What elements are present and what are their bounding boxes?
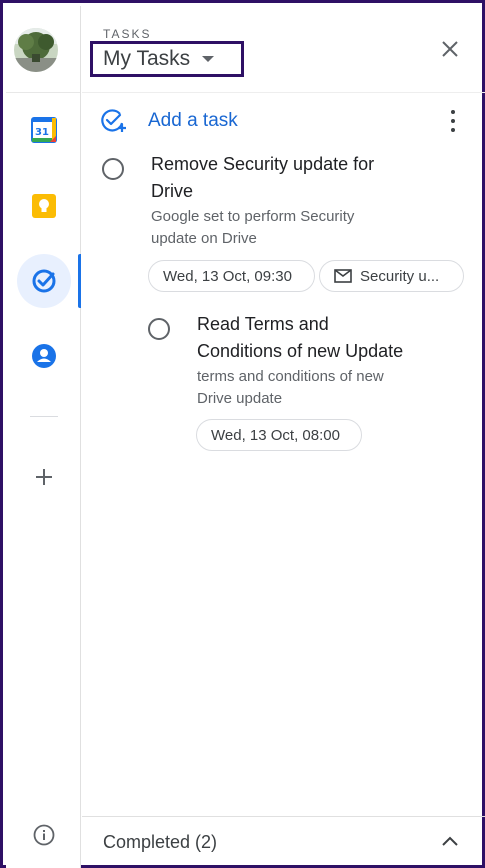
completed-section-toggle[interactable]: Completed (2) [82,817,485,868]
more-options-button[interactable] [449,110,457,132]
subtask-due-date-chip[interactable]: Wed, 13 Oct, 08:00 [196,419,362,451]
add-task-label: Add a task [148,110,238,131]
subtask-notes-line2: Drive update [197,390,283,407]
caret-down-icon [202,56,215,62]
info-button[interactable] [17,808,71,862]
subtask-notes-line1: terms and conditions of new [197,368,384,385]
plus-icon [36,469,52,485]
tasks-check-icon [32,269,56,293]
avatar-image [14,28,58,72]
rail-item-keep[interactable] [17,179,71,233]
subtask-complete-checkbox[interactable] [148,318,170,340]
calendar-icon: 31 [31,117,57,143]
subtask-title-line1: Read Terms and [197,314,329,334]
mail-icon [334,269,352,283]
rail-item-contacts[interactable] [17,329,71,383]
task-notes-line1: Google set to perform Security [151,208,355,225]
email-chip-label: Security u... [360,267,440,285]
subtask-due-date-label: Wed, 13 Oct, 08:00 [211,426,340,444]
task-notes-line2: update on Drive [151,230,257,247]
task-title-line1: Remove Security update for [151,154,375,174]
tasks-panel: TASKS My Tasks Add a task Remove Securit… [82,6,485,868]
rail-divider [30,416,58,417]
due-date-label: Wed, 13 Oct, 09:30 [163,267,292,285]
window-frame: 31 TASKS My Tasks Add a task Remove Secu… [0,0,485,868]
more-vert-icon [451,110,455,132]
add-task-button[interactable]: Add a task [100,106,238,136]
completed-label: Completed (2) [103,832,218,852]
chevron-up-icon [442,836,458,846]
close-icon [442,41,458,57]
side-rail: 31 [6,6,81,868]
task-title-line2: Drive [151,181,194,201]
task-list-name: My Tasks [103,47,191,70]
panel-eyebrow: TASKS [103,27,152,41]
due-date-chip[interactable]: Wed, 13 Oct, 09:30 [148,260,315,292]
calendar-badge: 31 [35,127,49,138]
rail-item-calendar[interactable]: 31 [17,103,71,157]
task-complete-checkbox[interactable] [102,158,124,180]
contacts-person-icon [32,344,56,368]
subtask-title-line2: Conditions of new Update [197,341,404,361]
avatar[interactable] [14,28,58,72]
info-icon [33,824,55,846]
email-link-chip[interactable]: Security u... [319,260,464,292]
header-divider [82,92,485,93]
close-button[interactable] [437,36,463,62]
get-addons-button[interactable] [17,450,71,504]
rail-separator [6,92,80,93]
add-task-icon [101,109,126,132]
active-indicator [78,254,81,308]
keep-bulb-icon [32,194,56,218]
task-item[interactable]: Remove Security update for Drive Google … [82,151,485,301]
subtask-item[interactable]: Read Terms and Conditions of new Update … [82,311,485,451]
rail-item-tasks[interactable] [17,254,71,308]
task-list-dropdown[interactable]: My Tasks [90,41,244,77]
